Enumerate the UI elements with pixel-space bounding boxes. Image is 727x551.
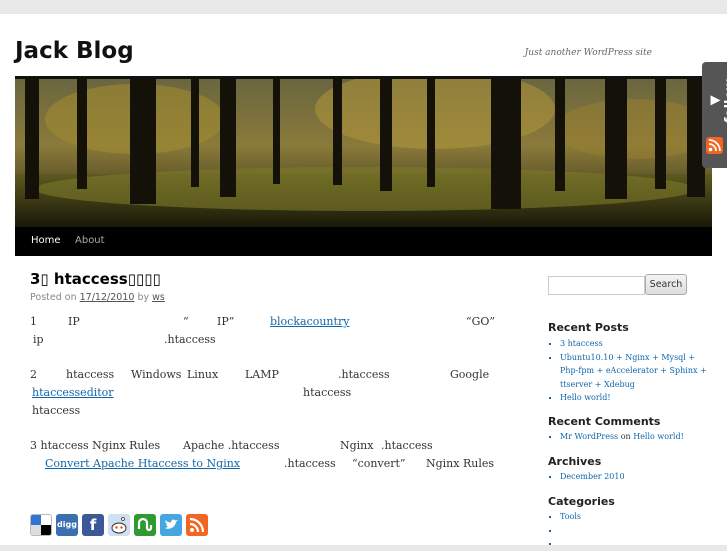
post-meta: Posted on 17/12/2010 by ws <box>30 292 510 303</box>
follow-label: ◀ follow <box>708 70 727 132</box>
header-image <box>15 79 712 227</box>
comment-post-link[interactable]: Hello world! <box>633 432 684 441</box>
site-title[interactable]: Jack Blog <box>15 38 134 64</box>
posted-on-label: Posted on <box>30 292 77 303</box>
list-item: 3 htaccess <box>560 337 710 351</box>
text-fragment: .htaccess <box>338 368 390 381</box>
recent-post-link[interactable]: Hello world! <box>560 393 611 402</box>
text-fragment: Nginx <box>340 439 374 452</box>
archives-title: Archives <box>548 455 602 468</box>
stumbleupon-icon[interactable] <box>134 514 156 536</box>
twitter-icon[interactable] <box>160 514 182 536</box>
recent-posts-list: 3 htaccess Ubuntu10.10 + Nginx + Mysql +… <box>548 337 710 405</box>
delicious-icon[interactable] <box>30 514 52 536</box>
list-item: Tools <box>560 510 710 524</box>
archive-link[interactable]: December 2010 <box>560 472 625 481</box>
htaccesseditor-link[interactable]: htaccesseditor <box>32 386 114 399</box>
nav-item-about[interactable]: About <box>75 235 105 246</box>
text-fragment: .htaccess <box>381 439 433 452</box>
main-content: 3▯ htaccess▯▯▯▯ Posted on 17/12/2010 by … <box>30 270 510 475</box>
text-fragment: Google <box>450 368 490 381</box>
archives-list: December 2010 <box>548 470 710 484</box>
rss-icon[interactable] <box>706 137 723 154</box>
recent-comments-list: Mr WordPress on Hello world! <box>548 430 710 444</box>
text-fragment: 1 <box>30 315 37 328</box>
list-item <box>560 524 710 538</box>
text-fragment: Windows <box>131 368 182 381</box>
by-label: by <box>137 292 150 303</box>
on-label: on <box>620 432 631 441</box>
text-fragment: htaccess <box>32 404 81 417</box>
text-fragment: 3 htaccess Nginx Rules <box>30 439 161 452</box>
site-description: Just another WordPress site <box>524 48 652 58</box>
post-date-link[interactable]: 17/12/2010 <box>80 292 135 303</box>
list-item: Ubuntu10.10 + Nginx + Mysql + Php-fpm + … <box>560 351 710 392</box>
post-author-link[interactable]: ws <box>152 292 165 303</box>
text-fragment: htaccess <box>66 368 115 381</box>
comment-author-link[interactable]: Mr WordPress <box>560 432 618 441</box>
follow-tab[interactable]: ◀ follow <box>702 62 727 168</box>
main-nav: Home About <box>15 227 712 256</box>
text-fragment: .htaccess <box>284 457 336 470</box>
post-title[interactable]: 3▯ htaccess▯▯▯▯ <box>30 270 510 288</box>
paragraph-3-line-2: Convert Apache Htaccess to Nginx .htacce… <box>30 457 510 475</box>
paragraph-2-line-3: htaccess <box>30 404 510 422</box>
text-fragment: “convert” <box>352 457 406 470</box>
paragraph-3-line-1: 3 htaccess Nginx Rules Apache .htaccess … <box>30 439 510 457</box>
text-fragment: Nginx Rules <box>426 457 495 470</box>
rss-feed-icon[interactable] <box>186 514 208 536</box>
blockacountry-link[interactable]: blockacountry <box>270 315 349 328</box>
text-fragment: IP <box>68 315 80 328</box>
text-fragment: Linux <box>187 368 219 381</box>
nav-item-home[interactable]: Home <box>31 235 61 246</box>
recent-comments-title: Recent Comments <box>548 415 661 428</box>
paragraph-1-line-2: ip .htaccess <box>30 333 510 351</box>
list-item: Hello world! <box>560 391 710 405</box>
reddit-icon[interactable] <box>108 514 130 536</box>
list-item: December 2010 <box>560 470 710 484</box>
categories-title: Categories <box>548 495 615 508</box>
search-button[interactable]: Search <box>645 274 687 295</box>
text-fragment: .htaccess <box>164 333 216 346</box>
text-fragment: “ <box>183 315 189 328</box>
list-item <box>560 537 710 551</box>
search-input[interactable] <box>548 276 645 295</box>
paragraph-2-line-2: htaccesseditor htaccess <box>30 386 510 404</box>
text-fragment: 2 <box>30 368 37 381</box>
facebook-icon[interactable]: f <box>82 514 104 536</box>
text-fragment: IP” <box>217 315 235 328</box>
text-fragment: Apache .htaccess <box>183 439 280 452</box>
recent-post-link[interactable]: 3 htaccess <box>560 339 603 348</box>
digg-icon[interactable]: digg <box>56 514 78 536</box>
text-fragment: htaccess <box>303 386 352 399</box>
text-fragment: LAMP <box>245 368 279 381</box>
categories-list: Tools <box>548 510 710 551</box>
paragraph-1-line-1: 1 IP “ IP” blockacountry “GO” <box>30 315 510 333</box>
text-fragment: “GO” <box>466 315 496 328</box>
text-fragment: ip <box>33 333 44 346</box>
recent-post-link[interactable]: Ubuntu10.10 + Nginx + Mysql + Php-fpm + … <box>560 353 707 389</box>
recent-posts-title: Recent Posts <box>548 321 629 334</box>
convert-htaccess-link[interactable]: Convert Apache Htaccess to Nginx <box>45 457 240 470</box>
category-link[interactable]: Tools <box>560 512 581 521</box>
follow-text: follow <box>723 78 727 124</box>
paragraph-2-line-1: 2 htaccess Windows Linux LAMP .htaccess … <box>30 368 510 386</box>
list-item: Mr WordPress on Hello world! <box>560 430 710 444</box>
